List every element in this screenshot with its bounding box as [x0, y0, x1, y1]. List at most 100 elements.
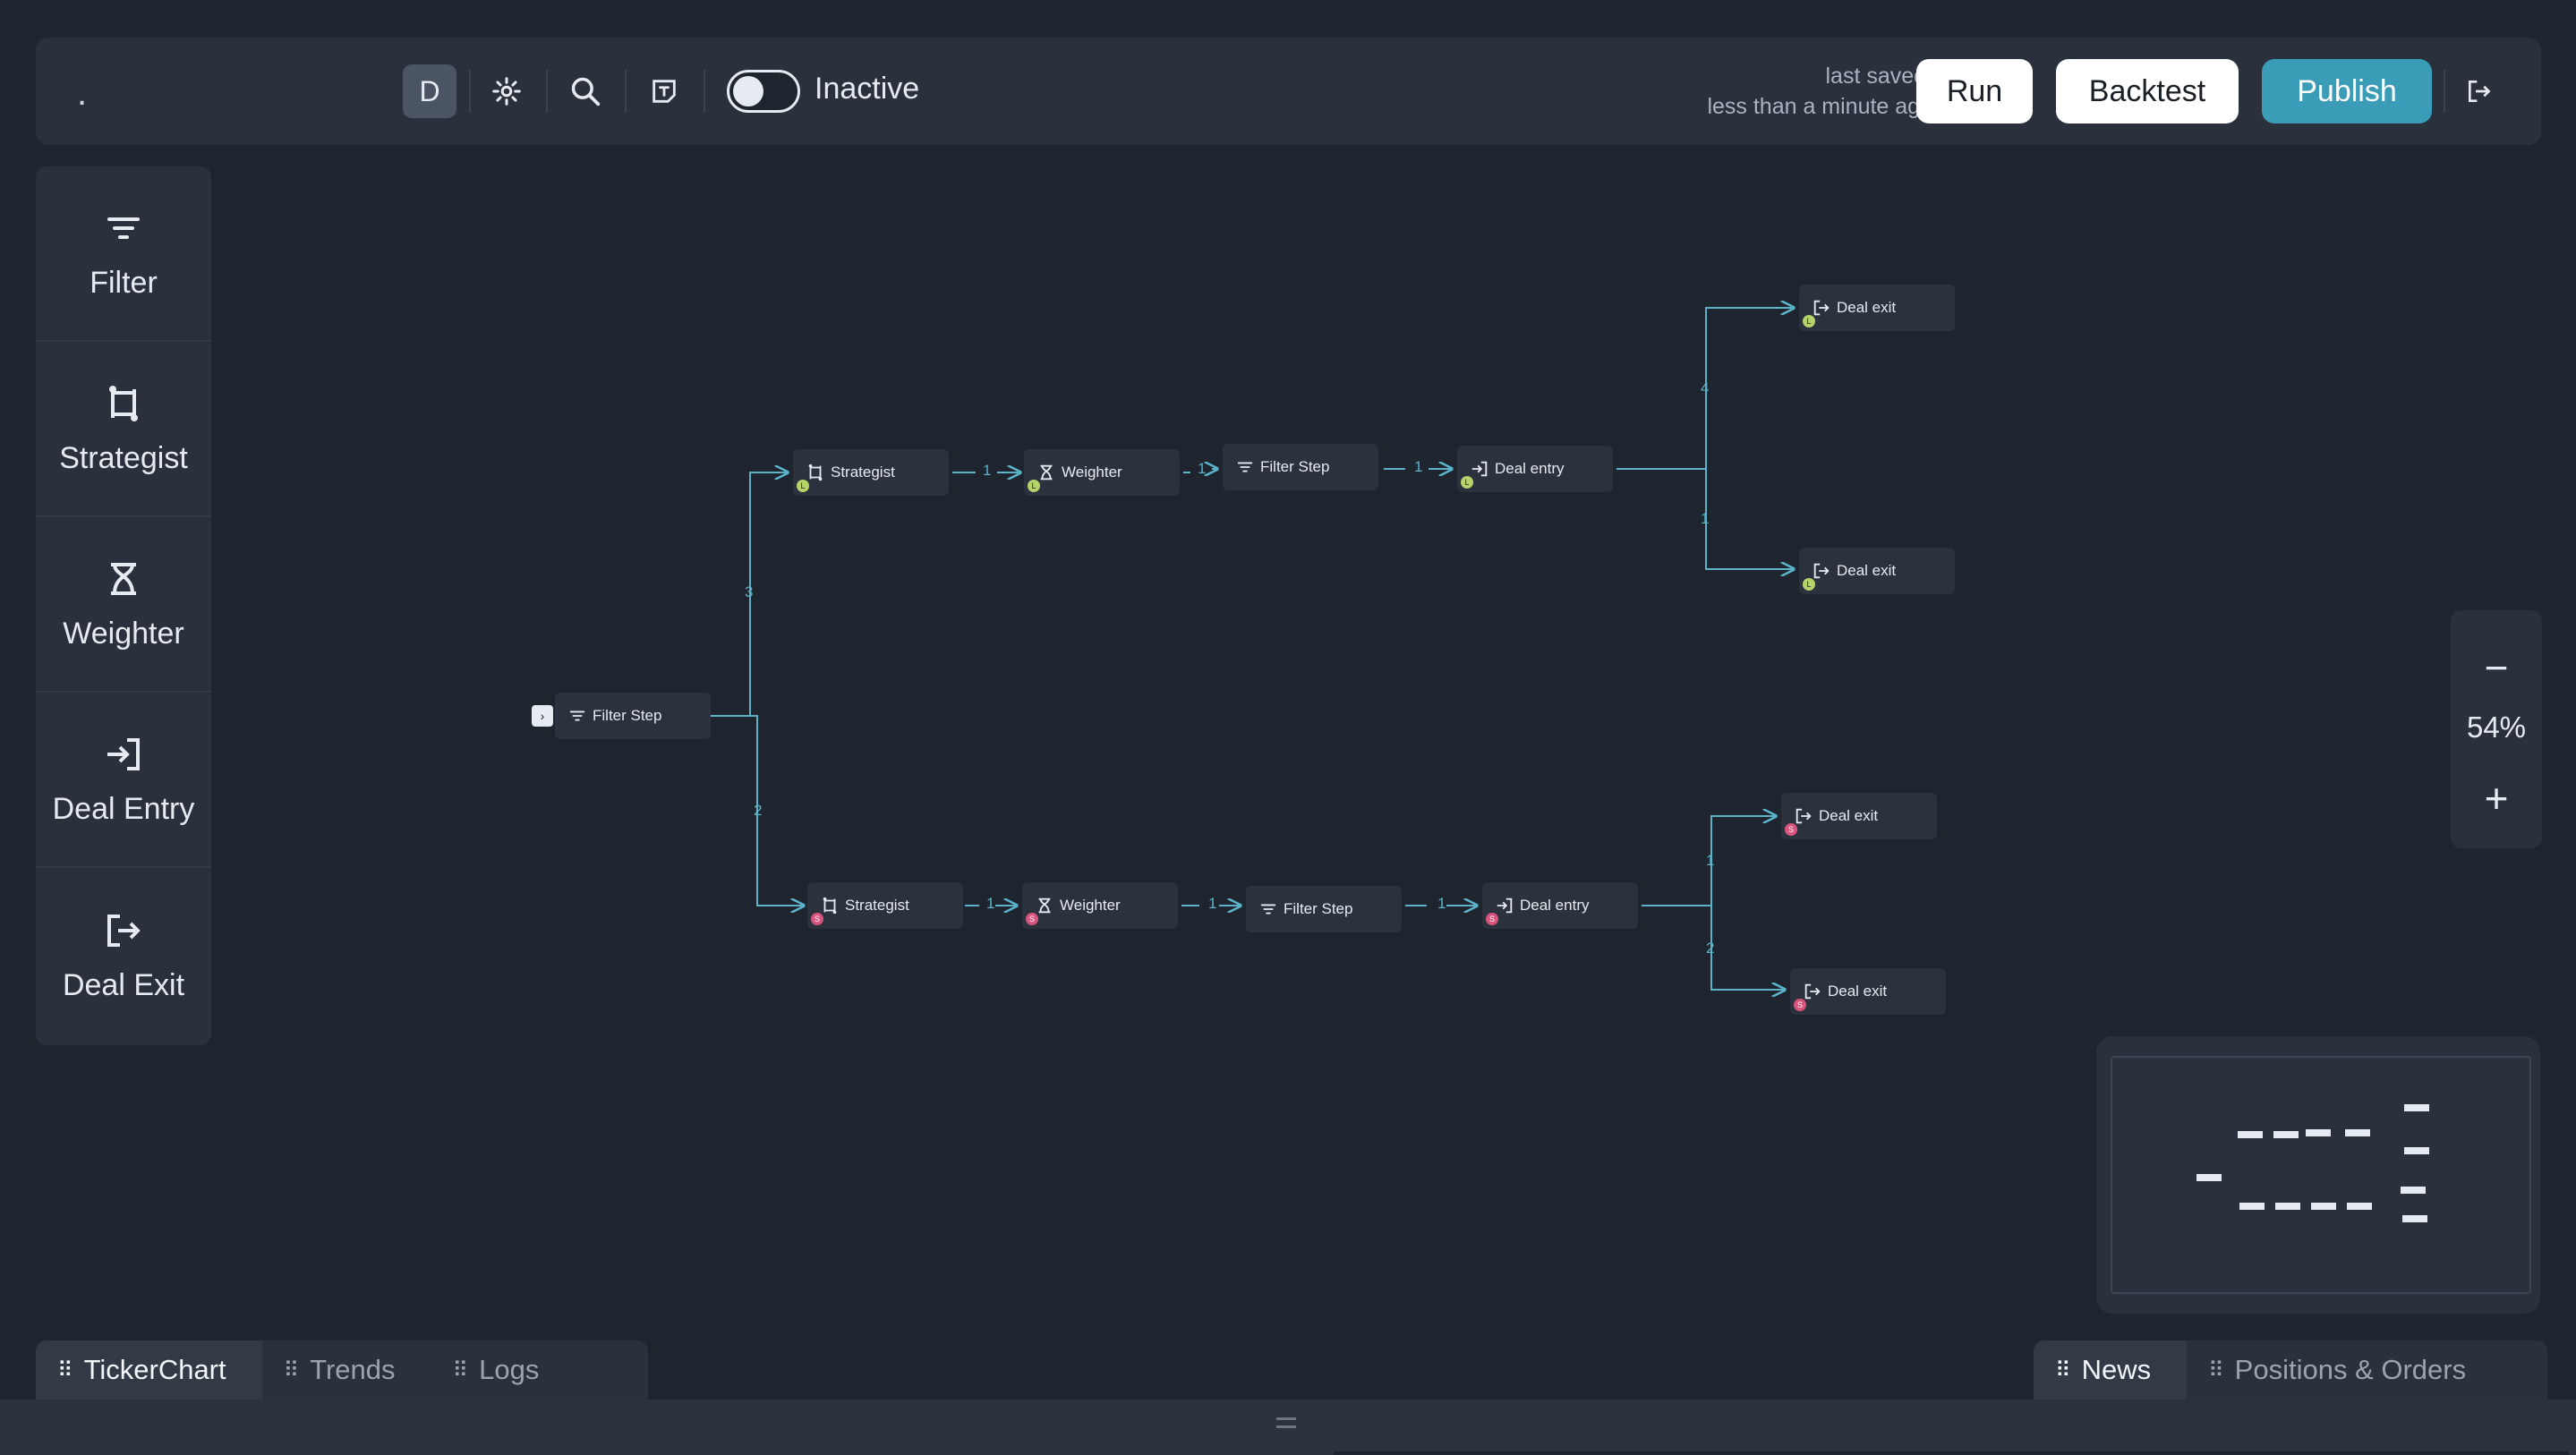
node-label: Deal exit — [1819, 807, 1879, 824]
bottom-tabs-right: ⠿ News ⠿ Positions & Orders — [2034, 1340, 2547, 1400]
last-saved-label: last saved: — [1825, 64, 1932, 89]
minimap[interactable] — [2096, 1036, 2540, 1314]
node-root-filter-step[interactable]: › Filter Step — [532, 693, 711, 739]
minimap-node — [2347, 1203, 2372, 1210]
logout-button[interactable] — [2452, 64, 2506, 118]
zoom-level: 54% — [2466, 710, 2527, 744]
long-badge: L — [1803, 315, 1815, 328]
run-button[interactable]: Run — [1916, 59, 2033, 123]
status-toggle[interactable] — [727, 70, 800, 113]
strategist-icon — [109, 385, 138, 421]
divider — [625, 70, 627, 113]
search-button[interactable] — [559, 64, 612, 118]
drag-handle-icon[interactable]: ⠿ — [57, 1357, 73, 1383]
edge-label: 2 — [1706, 940, 1715, 957]
tab-logs[interactable]: ⠿ Logs — [431, 1340, 576, 1400]
edge-label: 2 — [754, 802, 763, 819]
deal-entry-icon — [1471, 461, 1488, 477]
node-filter-step-top[interactable]: Filter Step — [1223, 444, 1378, 490]
palette-item-weighter[interactable]: Weighter — [36, 517, 211, 693]
resize-handle-icon[interactable] — [1276, 1417, 1296, 1428]
strategist-icon — [808, 464, 823, 481]
bottom-tabs-left: ⠿ TickerChart ⠿ Trends ⠿ Logs — [36, 1340, 648, 1400]
drag-handle-icon[interactable]: ⠿ — [2208, 1357, 2224, 1383]
tab-label: TickerChart — [83, 1354, 226, 1385]
node-deal-entry-top[interactable]: Deal entry L — [1457, 446, 1613, 492]
minimap-viewport[interactable] — [2111, 1056, 2531, 1294]
node-weighter-top[interactable]: Weighter L — [1024, 449, 1180, 496]
palette-item-deal-entry[interactable]: Deal Entry — [36, 693, 211, 868]
deal-exit-icon — [1804, 983, 1821, 1000]
template-button[interactable] — [637, 64, 691, 118]
edge-label: 1 — [1437, 895, 1446, 912]
node-deal-exit-bottom-a[interactable]: Deal exit S — [1781, 793, 1937, 839]
node-label: Filter Step — [593, 707, 662, 724]
node-label: Deal exit — [1837, 562, 1897, 579]
node-deal-exit-bottom-b[interactable]: Deal exit S — [1790, 968, 1946, 1015]
strategy-title[interactable]: . — [77, 73, 87, 114]
tab-positions-orders[interactable]: ⠿ Positions & Orders — [2187, 1340, 2502, 1400]
long-badge: L — [1803, 578, 1815, 591]
minimap-node — [2404, 1104, 2429, 1111]
weighter-icon — [111, 562, 136, 595]
long-badge: L — [797, 480, 809, 492]
node-label: Deal entry — [1520, 897, 1590, 914]
node-filter-step-bottom[interactable]: Filter Step — [1246, 886, 1402, 932]
edge-label: 4 — [1701, 379, 1710, 396]
node-weighter-bottom[interactable]: Weighter S — [1022, 882, 1178, 929]
palette-item-label: Filter — [90, 265, 158, 300]
node-deal-exit-top-a[interactable]: Deal exit L — [1799, 285, 1955, 331]
minimap-node — [2196, 1174, 2222, 1181]
edge-label: 1 — [986, 895, 995, 912]
panel-divider — [1334, 1451, 2569, 1455]
palette-item-filter[interactable]: Filter — [36, 166, 211, 342]
expand-icon[interactable]: › — [532, 705, 553, 727]
edge-label: 1 — [1701, 510, 1710, 527]
short-badge: S — [1785, 823, 1797, 836]
tab-tickerchart[interactable]: ⠿ TickerChart — [36, 1340, 262, 1400]
short-badge: S — [1486, 913, 1498, 925]
search-icon — [571, 77, 601, 106]
settings-button[interactable] — [480, 64, 533, 118]
deal-exit-icon — [107, 914, 141, 947]
gear-icon — [492, 77, 521, 106]
deal-exit-icon — [1796, 808, 1812, 824]
deal-entry-icon — [107, 737, 140, 770]
drag-handle-icon[interactable]: ⠿ — [2055, 1357, 2071, 1383]
node-label: Filter Step — [1284, 900, 1353, 917]
zoom-in-button[interactable]: + — [2451, 771, 2542, 825]
node-deal-entry-bottom[interactable]: Deal entry S — [1482, 882, 1638, 929]
top-bar: . D Inactive last saved: less than a min… — [36, 38, 2541, 145]
palette-item-strategist[interactable]: Strategist — [36, 342, 211, 517]
tab-news[interactable]: ⠿ News — [2034, 1340, 2188, 1400]
minimap-node — [2311, 1203, 2336, 1210]
tab-label: Trends — [310, 1354, 396, 1385]
bottom-panel-bar — [0, 1400, 2576, 1455]
short-badge: S — [811, 913, 823, 925]
edge-label: 3 — [745, 583, 754, 600]
node-deal-exit-top-b[interactable]: Deal exit L — [1799, 548, 1955, 594]
zoom-controls: − 54% + — [2451, 610, 2542, 848]
edge-label: 1 — [1198, 460, 1207, 477]
palette-item-deal-exit[interactable]: Deal Exit — [36, 868, 211, 1043]
drag-handle-icon[interactable]: ⠿ — [284, 1357, 300, 1383]
backtest-button[interactable]: Backtest — [2056, 59, 2239, 123]
edge-label: 1 — [1706, 852, 1715, 869]
tab-trends[interactable]: ⠿ Trends — [262, 1340, 431, 1400]
minimap-node — [2306, 1129, 2331, 1136]
node-strategist-bottom[interactable]: Strategist S — [807, 882, 963, 929]
filter-icon — [107, 217, 140, 239]
zoom-out-button[interactable]: − — [2451, 641, 2542, 694]
status-label: Inactive — [815, 72, 920, 106]
template-icon — [653, 80, 676, 103]
publish-button[interactable]: Publish — [2262, 59, 2432, 123]
mode-button[interactable]: D — [403, 64, 456, 118]
node-strategist-top[interactable]: Strategist L — [793, 449, 949, 496]
drag-handle-icon[interactable]: ⠿ — [453, 1357, 469, 1383]
node-label: Weighter — [1062, 464, 1122, 481]
divider — [546, 70, 548, 113]
tab-label: Positions & Orders — [2234, 1354, 2467, 1385]
edge-label: 1 — [983, 462, 992, 479]
palette-item-label: Weighter — [63, 616, 184, 651]
minimap-node — [2273, 1131, 2299, 1138]
